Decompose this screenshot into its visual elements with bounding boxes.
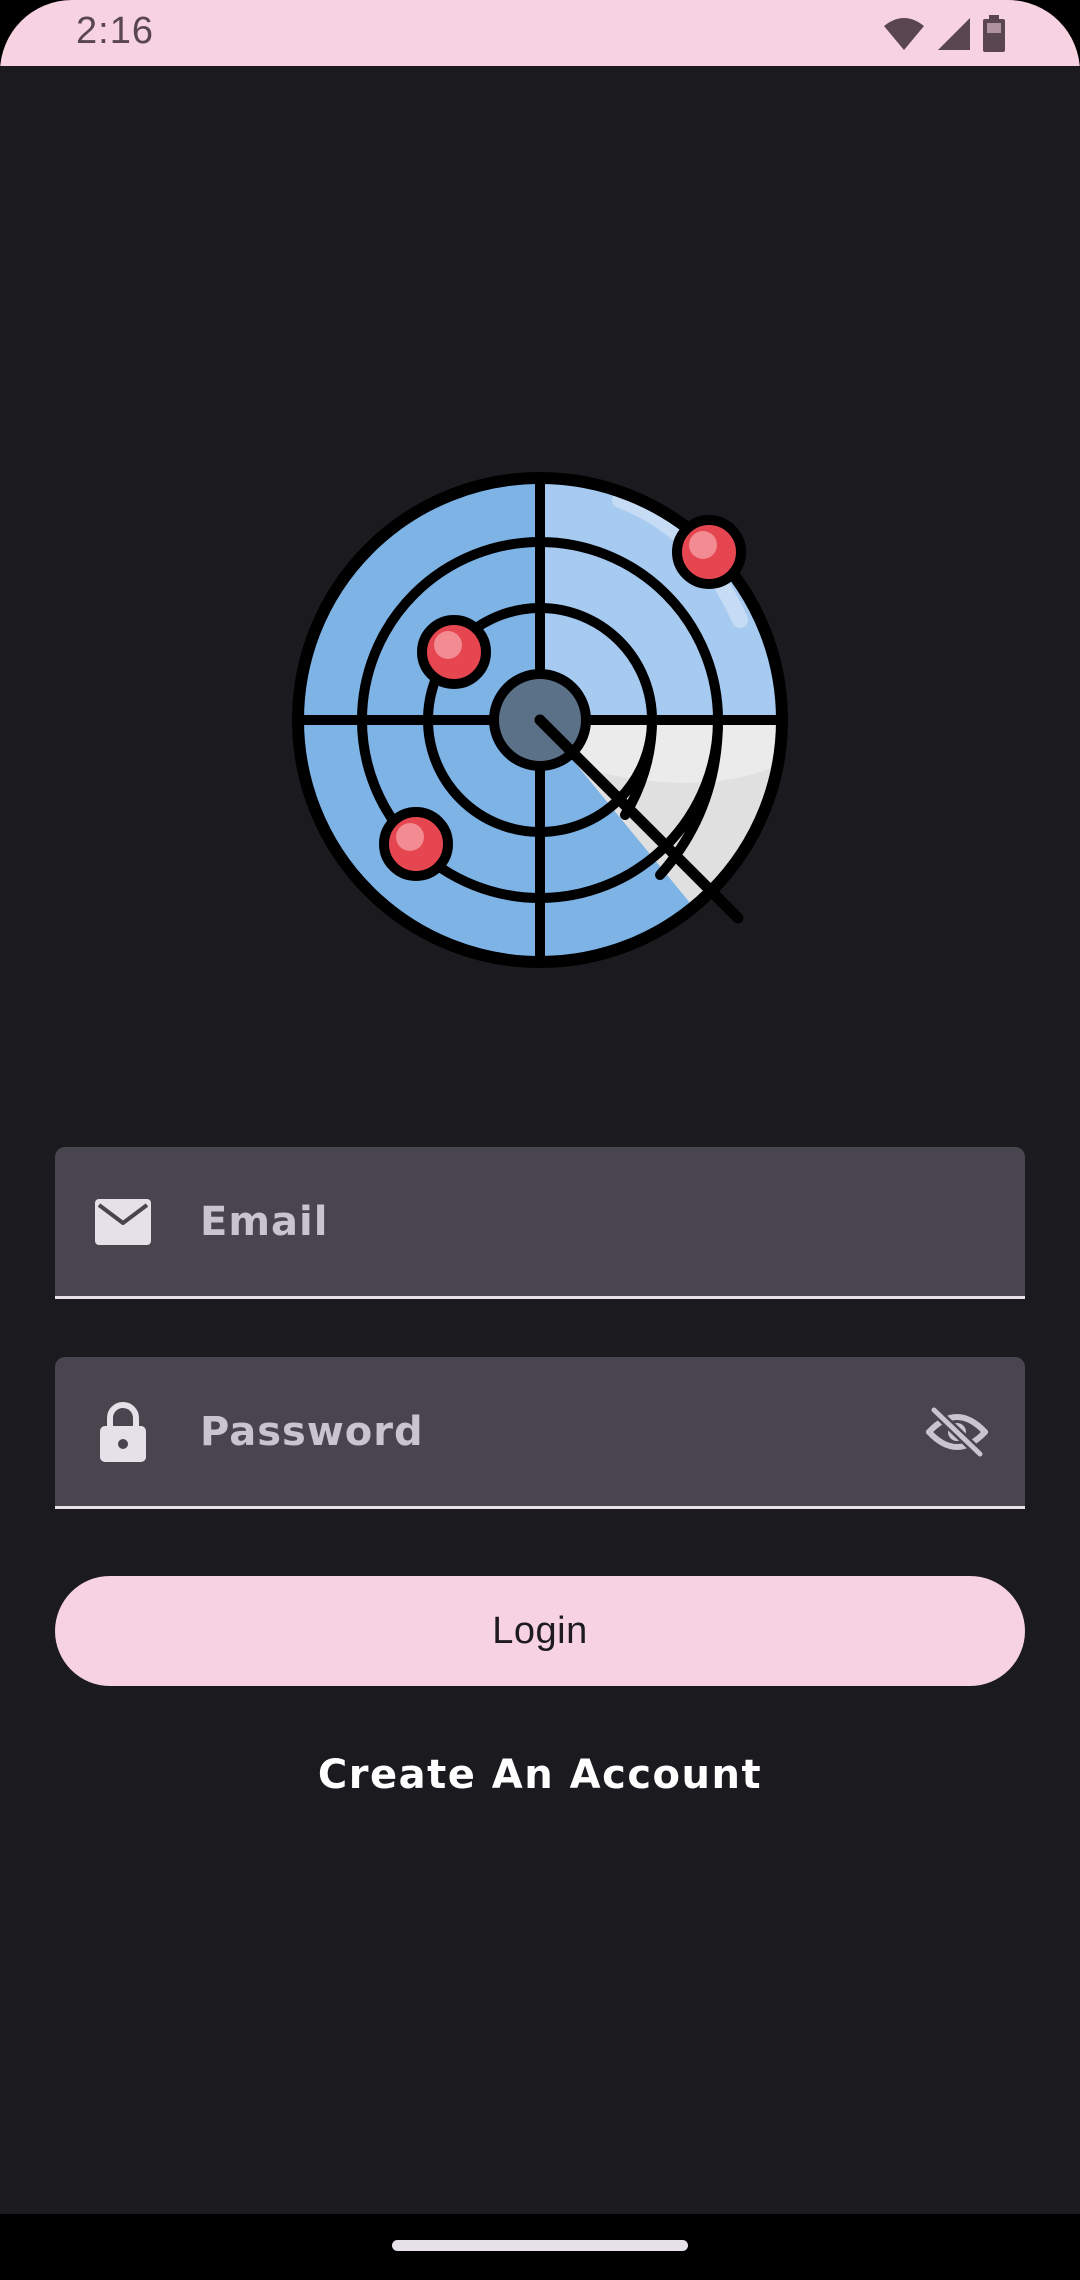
status-time: 2:16 xyxy=(76,10,154,52)
email-field[interactable]: Email xyxy=(55,1147,1025,1299)
create-account-link[interactable]: Create An Account xyxy=(0,1752,1080,1798)
status-bar: 2:16 xyxy=(0,0,1080,66)
password-label: Password xyxy=(200,1408,424,1455)
email-label: Email xyxy=(200,1198,329,1245)
cellular-signal-icon xyxy=(938,18,970,50)
password-field[interactable]: Password xyxy=(55,1357,1025,1509)
home-indicator[interactable] xyxy=(392,2240,688,2251)
battery-icon xyxy=(983,15,1005,52)
lock-icon xyxy=(93,1401,153,1462)
visibility-off-icon[interactable] xyxy=(925,1400,989,1464)
login-page xyxy=(0,66,1080,2214)
mail-icon xyxy=(93,1192,153,1252)
radar-icon xyxy=(292,472,788,968)
wifi-icon xyxy=(884,18,924,50)
login-button[interactable]: Login xyxy=(55,1576,1025,1686)
status-icons xyxy=(882,14,1006,54)
app-screen: 2:16 Email Password Login Create An Acco… xyxy=(0,0,1080,2280)
